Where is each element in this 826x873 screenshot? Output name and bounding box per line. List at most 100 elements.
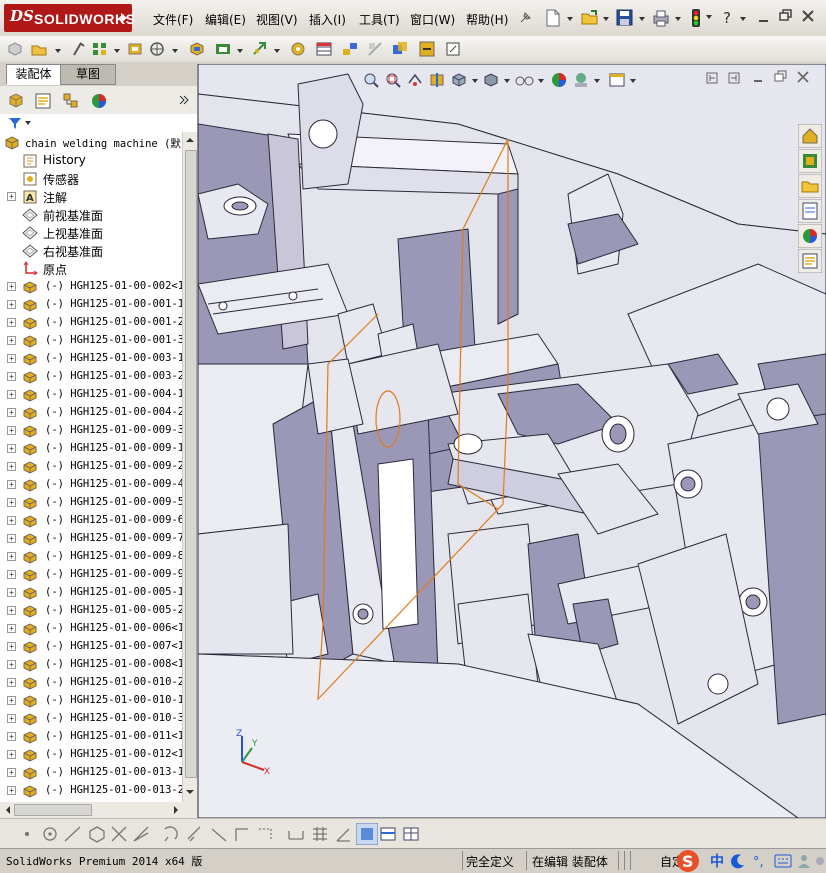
tree-component-row[interactable]: + (-) HGH125-01-00-009-4< xyxy=(0,476,182,494)
restore-window-icon[interactable] xyxy=(779,9,793,23)
tree-component-row[interactable]: + (-) HGH125-01-00-013-1< xyxy=(0,764,182,782)
tree-component-row[interactable]: + (-) HGH125-01-00-008<1> xyxy=(0,656,182,674)
print-dropdown-icon[interactable] xyxy=(675,17,681,21)
scroll-thumb[interactable] xyxy=(185,150,197,778)
tree-component-row[interactable]: + (-) HGH125-01-00-013-2< xyxy=(0,782,182,800)
new-part-dropdown-icon[interactable] xyxy=(55,49,61,53)
ime-user-icon[interactable] xyxy=(796,853,812,869)
tree-component-row[interactable]: + (-) HGH125-01-00-003-1< xyxy=(0,350,182,368)
tab-assembly[interactable]: 装配体 xyxy=(6,64,61,85)
expand-toggle-icon[interactable]: + xyxy=(7,786,16,795)
tree-component-row[interactable]: + (-) HGH125-01-00-009-2< xyxy=(0,458,182,476)
hscroll-thumb[interactable] xyxy=(14,804,92,816)
zoom-to-fit-icon[interactable] xyxy=(362,71,380,89)
tree-component-row[interactable]: + (-) HGH125-01-00-012<1> xyxy=(0,746,182,764)
doc-minimize-icon[interactable] xyxy=(752,72,764,84)
save-dropdown-icon[interactable] xyxy=(639,17,645,21)
ime-keyboard-icon[interactable] xyxy=(774,854,792,868)
menu-tools[interactable]: 工具(T) xyxy=(359,11,400,28)
minimize-window-icon[interactable] xyxy=(757,10,771,24)
tree-item-0[interactable]: History xyxy=(0,152,182,170)
tree-component-row[interactable]: + (-) HGH125-01-00-005-1< xyxy=(0,584,182,602)
tree-component-row[interactable]: + (-) HGH125-01-00-010-1< xyxy=(0,692,182,710)
close-window-icon[interactable] xyxy=(801,9,815,23)
file-explorer-icon[interactable] xyxy=(798,174,822,198)
apply-scene-icon[interactable] xyxy=(572,71,590,89)
tree-item-1[interactable]: 传感器 xyxy=(0,170,182,188)
help-dropdown-icon[interactable] xyxy=(740,17,746,21)
tree-component-row[interactable]: + (-) HGH125-01-00-006<1> xyxy=(0,620,182,638)
tree-vertical-scrollbar[interactable] xyxy=(182,132,198,802)
view-palette-icon[interactable] xyxy=(798,199,822,223)
new-part-icon[interactable] xyxy=(30,40,48,58)
tree-component-row[interactable]: + (-) HGH125-01-00-009-1< xyxy=(0,440,182,458)
graphics-area[interactable]: Z Y X xyxy=(198,64,826,818)
assembly-features-icon[interactable] xyxy=(214,40,232,58)
rebuild-dropdown-icon[interactable] xyxy=(705,12,713,22)
expand-toggle-icon[interactable]: + xyxy=(7,570,16,579)
pattern-dropdown-icon[interactable] xyxy=(114,49,120,53)
ime-punctuation-icon[interactable]: °, xyxy=(752,853,768,869)
previous-view-icon[interactable] xyxy=(406,71,424,89)
refgeom-dropdown-icon[interactable] xyxy=(274,49,280,53)
expand-toggle-icon[interactable]: + xyxy=(7,354,16,363)
menu-file[interactable]: 文件(F) xyxy=(153,11,193,28)
expand-toggle-icon[interactable]: + xyxy=(7,588,16,597)
view-orientation-icon[interactable] xyxy=(450,71,468,89)
expand-toggle-icon[interactable]: + xyxy=(7,318,16,327)
tree-component-row[interactable]: + (-) HGH125-01-00-004-2< xyxy=(0,404,182,422)
exploded-view-icon[interactable] xyxy=(341,40,359,58)
hide-show-dropdown-icon[interactable] xyxy=(538,79,544,83)
expand-toggle-icon[interactable]: + xyxy=(7,678,16,687)
expand-toggle-icon[interactable]: + xyxy=(7,768,16,777)
print-icon[interactable] xyxy=(651,8,671,28)
hide-show-items-icon[interactable] xyxy=(514,71,536,89)
interference-detection-icon[interactable] xyxy=(391,40,409,58)
sketch-grid-icon[interactable] xyxy=(403,826,419,842)
tree-component-row[interactable]: + (-) HGH125-01-00-009-9< xyxy=(0,566,182,584)
expand-toggle-icon[interactable]: + xyxy=(7,444,16,453)
expand-toggle-icon[interactable]: + xyxy=(7,624,16,633)
expand-toggle-icon[interactable]: + xyxy=(7,552,16,561)
design-library-icon[interactable] xyxy=(798,149,822,173)
configuration-manager-icon[interactable] xyxy=(61,91,81,111)
sogou-ime-icon[interactable]: S xyxy=(676,849,700,873)
expand-toggle-icon[interactable]: + xyxy=(7,192,16,201)
expand-toggle-icon[interactable]: + xyxy=(7,426,16,435)
section-view-icon[interactable] xyxy=(428,71,446,89)
smart-fasteners-icon[interactable] xyxy=(126,40,144,58)
menu-window[interactable]: 窗口(W) xyxy=(410,11,455,28)
clearance-verification-icon[interactable] xyxy=(418,40,436,58)
single-view-icon[interactable] xyxy=(728,72,740,84)
pin-icon[interactable] xyxy=(517,10,533,26)
expand-toggle-icon[interactable]: + xyxy=(7,300,16,309)
tree-item-5[interactable]: 右视基准面 xyxy=(0,242,182,260)
tab-sketch[interactable]: 草图 xyxy=(60,64,116,85)
tree-component-row[interactable]: + (-) HGH125-01-00-010-2< xyxy=(0,674,182,692)
ime-more-icon[interactable] xyxy=(814,853,826,869)
filter-dropdown-icon[interactable] xyxy=(25,121,31,125)
tree-item-4[interactable]: 上视基准面 xyxy=(0,224,182,242)
doc-close-icon[interactable] xyxy=(796,70,810,84)
show-hidden-icon[interactable] xyxy=(188,40,206,58)
zoom-to-area-icon[interactable] xyxy=(384,71,402,89)
scroll-left-icon[interactable] xyxy=(3,805,13,815)
move-component-icon[interactable] xyxy=(148,40,166,58)
expand-toggle-icon[interactable]: + xyxy=(7,336,16,345)
tree-item-6[interactable]: 原点 xyxy=(0,260,182,278)
rapid-sketch-icon[interactable] xyxy=(380,826,396,842)
menu-edit[interactable]: 编辑(E) xyxy=(205,11,246,28)
tree-component-row[interactable]: + (-) HGH125-01-00-009-3< xyxy=(0,422,182,440)
edit-appearance-icon[interactable] xyxy=(550,71,568,89)
display-style-dropdown-icon[interactable] xyxy=(504,79,510,83)
expand-toggle-icon[interactable]: + xyxy=(7,750,16,759)
tree-component-row[interactable]: + (-) HGH125-01-00-009-8< xyxy=(0,548,182,566)
reference-geometry-icon[interactable] xyxy=(251,40,269,58)
scroll-right-icon[interactable] xyxy=(171,805,181,815)
filter-bar[interactable] xyxy=(0,114,197,133)
tree-component-row[interactable]: + (-) HGH125-01-00-003-2< xyxy=(0,368,182,386)
tree-horizontal-scrollbar[interactable] xyxy=(0,802,197,818)
expand-toggle-icon[interactable]: + xyxy=(7,606,16,615)
explode-line-sketch-icon[interactable] xyxy=(366,40,384,58)
shaded-sketch-contours-icon[interactable] xyxy=(356,823,378,845)
